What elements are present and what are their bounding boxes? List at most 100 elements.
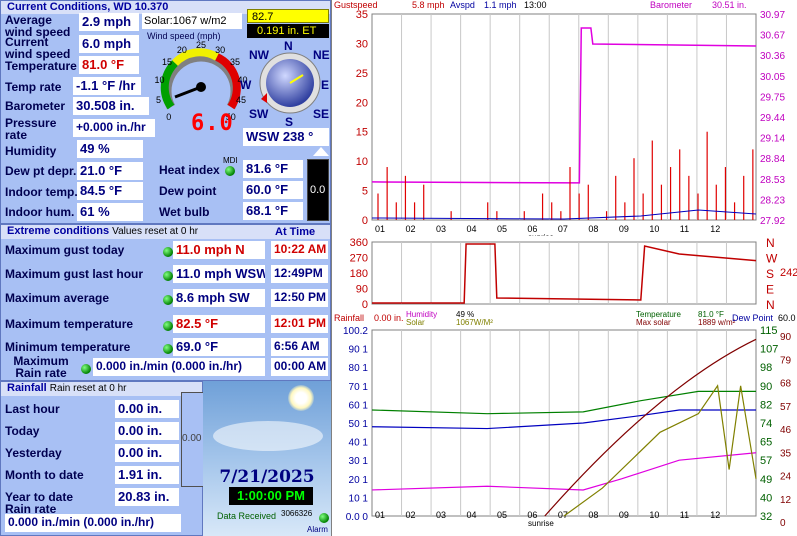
wind-direction-value: WSW 238 ° — [243, 128, 329, 146]
hour-tick-label: 10 — [649, 224, 659, 234]
indoor-hum-label: Indoor hum. — [5, 205, 75, 219]
axis-tick-label: 46 — [780, 425, 792, 436]
wet-bulb-label: Wet bulb — [159, 205, 210, 219]
axis-tick-label: 35 — [780, 448, 792, 459]
wet-bulb-value: 68.1 °F — [243, 202, 303, 220]
extreme-indicator — [163, 271, 173, 281]
dew-point-value: 60.0 °F — [243, 181, 303, 199]
axis-tick-label: 60 1 — [349, 400, 369, 411]
rain-label: Month to date — [5, 468, 84, 482]
axis-tick-label: 180 — [350, 268, 368, 280]
axis-tick-label: 360 — [350, 237, 368, 249]
gauge-tick-label: 20 — [176, 44, 187, 55]
rain-value: 0.00 in. — [115, 444, 179, 462]
axis-tick-label: 90 1 — [349, 345, 369, 356]
data-received-label: Data Received — [217, 511, 277, 521]
small-gauge-box: 0.0 — [307, 159, 329, 221]
rain-value: 20.83 in. — [115, 488, 179, 506]
extreme-label: Maximum temperature — [5, 317, 134, 331]
extreme-value: 11.0 mph N — [173, 241, 265, 259]
hour-tick-label: 05 — [497, 224, 507, 234]
extreme-indicator — [163, 295, 173, 305]
dewdep-value: 21.0 °F — [77, 162, 143, 180]
gauge-tick-label: 45 — [235, 94, 246, 105]
gauge-tick-label: 35 — [229, 57, 240, 68]
axis-tick-label: 270 — [350, 253, 368, 265]
hour-tick-label: 12 — [710, 224, 720, 234]
axis-tick-label: N — [766, 298, 775, 312]
wind-direction-graph: 360270180900NWSEN242 — [350, 236, 797, 312]
extremes-subtitle: Values reset at 0 hr — [112, 226, 199, 237]
axis-tick-label: 50 1 — [349, 419, 369, 430]
compass-nw: NW — [249, 48, 269, 62]
axis-tick-label: E — [766, 283, 774, 297]
axis-tick-label: 30 1 — [349, 456, 369, 467]
collapse-triangle-icon[interactable] — [313, 147, 329, 156]
rain-rate-value: 0.000 in./min (0.000 in./hr) — [5, 514, 181, 532]
axis-tick-label: 20 1 — [349, 475, 369, 486]
extreme-indicator — [163, 344, 173, 354]
uv-box: 82.7 %,03:37hrs — [247, 9, 329, 37]
temp-humidity-solar-graph: 100.2 90 1 80 1 70 1 60 1 50 1 40 1 30 1 20 1 10 … — [343, 326, 792, 529]
gauge-tick-label: 10 — [154, 75, 165, 86]
hour-tick-label: 01 — [375, 224, 385, 234]
axis-tick-label: 30.36 — [760, 51, 785, 62]
hour-tick-label: 07 — [558, 224, 568, 234]
axis-tick-label: 28.84 — [760, 154, 785, 165]
extreme-conditions-panel: Extreme conditions Values reset at 0 hr … — [0, 224, 331, 381]
compass-se: SE — [313, 107, 330, 121]
axis-tick-label: 90 — [760, 381, 772, 393]
axis-tick-label: 65 — [760, 437, 772, 449]
temperature-value: 81.0 °F — [79, 56, 139, 74]
axis-tick-label: 25 — [356, 68, 368, 80]
axis-tick-label: 57 — [780, 402, 792, 413]
dewdep-label: Dew pt depr. — [5, 164, 77, 178]
extreme-indicator — [163, 247, 173, 257]
axis-tick-label: 0.0 0 — [346, 512, 369, 523]
axis-tick-label: W — [766, 252, 778, 266]
alarm-label: Alarm — [307, 525, 328, 534]
axis-tick-label: 32 — [760, 511, 772, 523]
extreme-time: 12:01 PM — [271, 315, 328, 333]
axis-tick-label: 20 — [356, 97, 368, 109]
wind-compass: N NW NE W E SW SE S — [240, 37, 331, 128]
axis-tick-label: 30.05 — [760, 72, 785, 83]
extreme-value: 8.6 mph SW — [173, 289, 265, 307]
hour-tick-label: 08 — [588, 510, 598, 520]
extreme-label: Maximum gust today — [5, 243, 125, 257]
g3-dew-value: 60.0 — [778, 313, 796, 323]
indoor-temp-value: 84.5 °F — [77, 182, 143, 200]
axis-tick-label: 49 — [760, 474, 772, 486]
hour-tick-label: 01 — [375, 510, 385, 520]
pressure-rate-label: Pressure rate — [5, 116, 57, 142]
plot-frame — [371, 241, 757, 305]
hour-tick-label: 08 — [588, 224, 598, 234]
axis-tick-label: 10 — [356, 156, 368, 168]
rainfall-title: Rainfall — [7, 382, 47, 394]
rain-gauge-value: 0.00 — [182, 433, 202, 444]
rain-value: 1.91 in. — [115, 466, 179, 484]
hour-tick-label: 11 — [680, 224, 689, 234]
axis-tick-label: 30.97 — [760, 10, 785, 21]
hour-tick-label: 07 — [558, 510, 568, 520]
axis-tick-label: 10 1 — [349, 493, 369, 504]
rain-gauge: 0.00 — [181, 392, 205, 487]
axis-tick-label: 115 — [760, 326, 778, 337]
axis-tick-label: 40 — [760, 492, 772, 504]
wind-digital: 6.0 — [191, 111, 234, 136]
hour-tick-label: 09 — [619, 510, 629, 520]
date-display: 7/21/2025 — [219, 467, 315, 487]
extreme-time: 6:56 AM — [271, 338, 328, 356]
wind-dir-current-label: 242 — [780, 267, 797, 279]
axis-tick-label: 90 — [356, 284, 368, 296]
data-received-value: 3066326 — [281, 509, 313, 518]
axis-tick-label: 79 — [780, 355, 792, 366]
axis-tick-label: 29.14 — [760, 134, 785, 145]
temp-rate-value: -1.1 °F /hr — [73, 77, 141, 95]
indoor-hum-value: 61 % — [77, 203, 143, 221]
axis-tick-label: 0 — [362, 215, 368, 227]
mdi-label: MDI — [223, 156, 238, 165]
axis-tick-label: 40 1 — [349, 438, 369, 449]
axis-tick-label: 80 1 — [349, 363, 369, 374]
axis-tick-label: N — [766, 236, 775, 250]
